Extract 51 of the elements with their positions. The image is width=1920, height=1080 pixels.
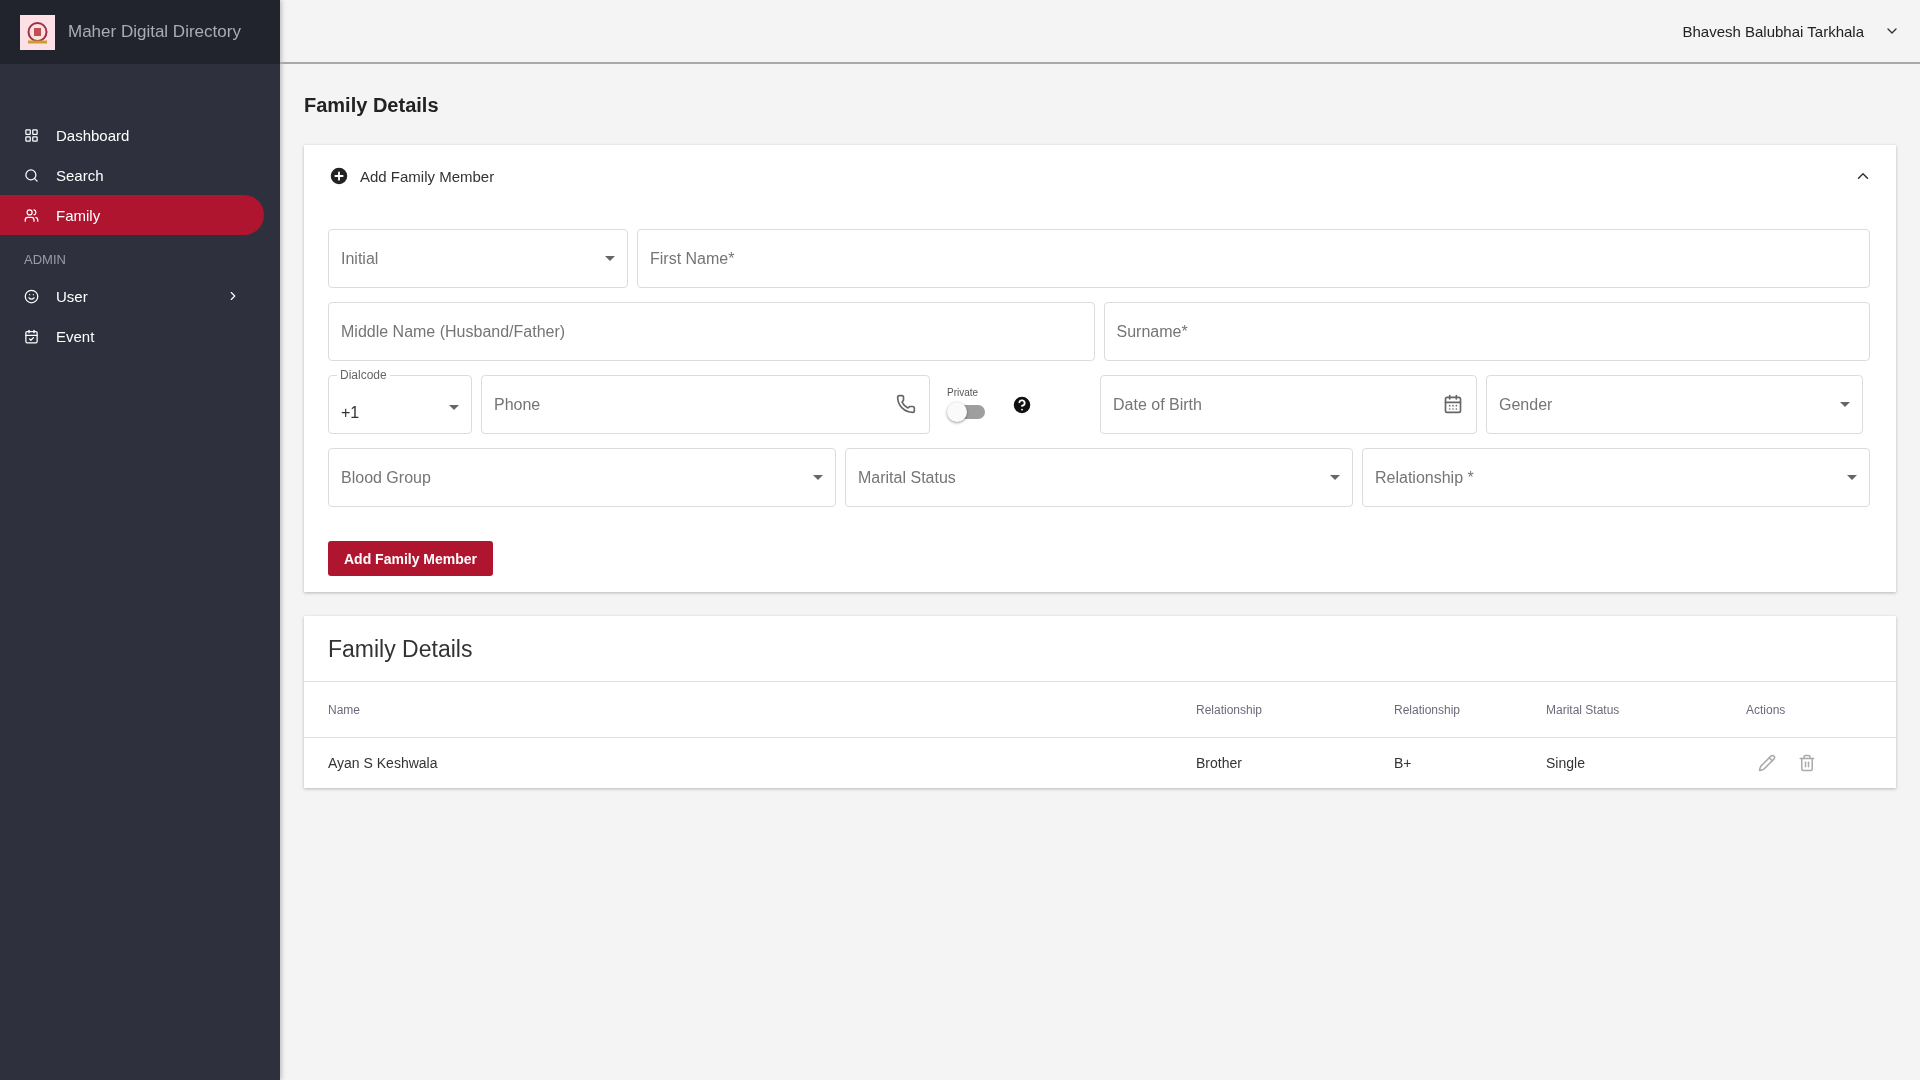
- dropdown-caret-icon: [1847, 475, 1857, 480]
- select-field[interactable]: Initial: [328, 229, 628, 288]
- select-field[interactable]: Blood Group: [328, 448, 836, 507]
- card-title: Add Family Member: [360, 167, 496, 185]
- column-header: Relationship: [1196, 702, 1264, 717]
- phone-field[interactable]: Phone: [481, 375, 930, 434]
- search-icon: [24, 167, 39, 183]
- smiley-icon: [24, 288, 39, 304]
- help-icon[interactable]: [1011, 393, 1033, 416]
- section-label: ADMIN: [23, 251, 67, 269]
- calendar-check-icon: [24, 328, 39, 344]
- dialcode-label: Dialcode: [339, 368, 388, 382]
- page-title: Family Details: [304, 94, 440, 117]
- select-field[interactable]: Gender: [1486, 375, 1863, 434]
- phone-icon: [896, 394, 916, 414]
- date-field[interactable]: Date of Birth: [1100, 375, 1477, 434]
- input-field[interactable]: Middle Name (Husband/Father): [328, 302, 1095, 361]
- dashboard-icon: [24, 127, 39, 143]
- sidebar-item[interactable]: Search: [0, 155, 264, 195]
- table-cell-text: Single: [1546, 755, 1586, 771]
- private-label: Private: [947, 387, 980, 398]
- logo-icon: [20, 14, 55, 50]
- dropdown-caret-icon: [813, 475, 823, 480]
- dialcode-select[interactable]: Dialcode +1: [328, 368, 472, 434]
- table-title: Family Details: [304, 616, 1896, 682]
- sidebar-item[interactable]: Event: [0, 316, 264, 356]
- input-field[interactable]: First Name*: [637, 229, 1870, 288]
- table-cell-text: Ayan S Keshwala: [328, 755, 439, 771]
- dropdown-caret-icon: [605, 256, 615, 261]
- column-header: Actions: [1746, 702, 1787, 717]
- column-header: Relationship: [1394, 702, 1462, 717]
- sidebar-item[interactable]: User: [0, 276, 264, 316]
- sidebar-item[interactable]: Dashboard: [0, 115, 264, 155]
- sidebar-item[interactable]: Family: [0, 195, 264, 235]
- column-header: Marital Status: [1546, 702, 1621, 717]
- calendar-icon: [1443, 394, 1463, 414]
- private-switch[interactable]: [947, 402, 987, 422]
- select-field[interactable]: Marital Status: [845, 448, 1353, 507]
- user-name[interactable]: Bhavesh Balubhai Tarkhala: [1682, 22, 1864, 40]
- dropdown-caret-icon: [1330, 475, 1340, 480]
- app-title: Maher Digital Directory: [68, 22, 241, 42]
- add-icon: [328, 165, 350, 187]
- table-cell-text: B+: [1394, 755, 1413, 771]
- dropdown-caret-icon: [449, 405, 459, 410]
- input-field[interactable]: Surname*: [1103, 302, 1870, 361]
- add-family-member-button[interactable]: Add Family Member: [328, 541, 494, 576]
- column-header: Name: [328, 702, 361, 717]
- table-cell-text: Brother: [1196, 755, 1243, 771]
- dropdown-caret-icon: [1840, 402, 1850, 407]
- select-field[interactable]: Relationship *: [1362, 448, 1870, 507]
- people-icon: [24, 207, 39, 223]
